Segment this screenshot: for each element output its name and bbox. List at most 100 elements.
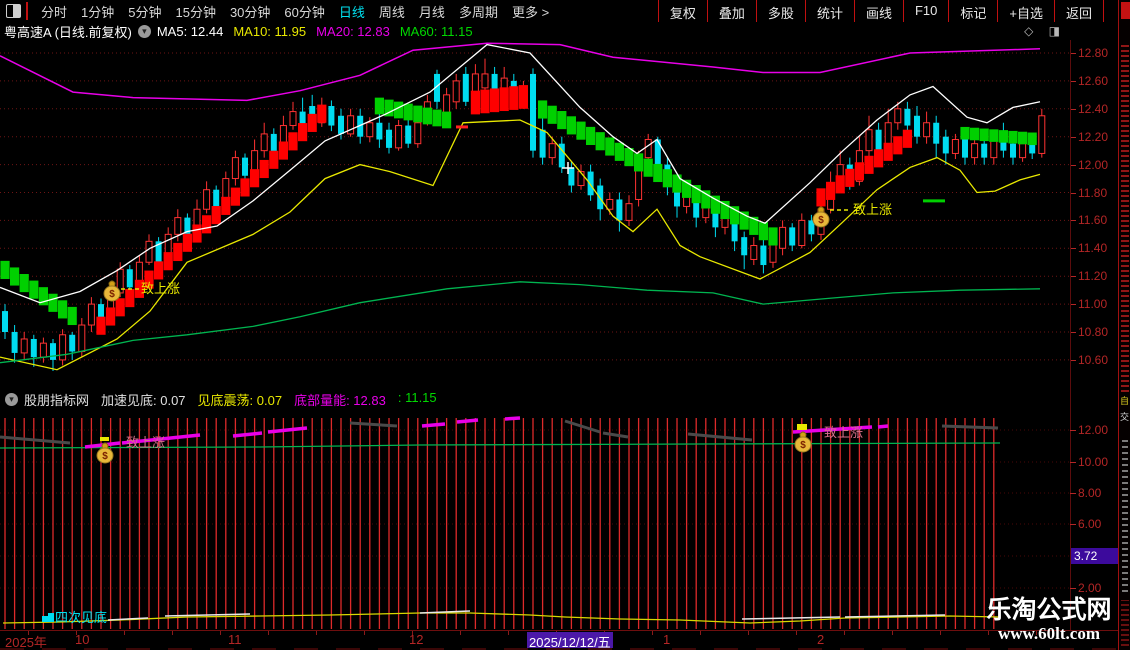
price-label: 12.00 xyxy=(1078,157,1109,172)
price-label: 12.20 xyxy=(1078,129,1109,144)
value-label: 6.00 xyxy=(1078,517,1102,531)
watermark-site-name: 乐淘公式网 xyxy=(986,596,1112,624)
value-label: 10.00 xyxy=(1078,455,1109,469)
last-value-badge: 3.72 xyxy=(1071,548,1118,564)
date-tick xyxy=(700,631,701,635)
window-corner-icons[interactable]: ◇ ◨ xyxy=(1024,24,1066,38)
price-label: 12.40 xyxy=(1078,101,1109,116)
date-tick xyxy=(652,631,653,635)
indicator-fields: 股朋指标网 加速见底: 0.07 见底震荡: 0.07 底部量能: 12.83: 11… xyxy=(24,390,449,409)
date-label: 1 xyxy=(663,632,671,647)
price-label: 11.00 xyxy=(1078,297,1108,312)
svg-text:$: $ xyxy=(800,440,806,451)
date-tick xyxy=(796,631,797,635)
toolbar-item-多周期[interactable]: 多周期 xyxy=(459,2,498,21)
window-split-icon[interactable] xyxy=(6,4,21,18)
bottom-annotation-text: 四次见底 xyxy=(55,610,107,625)
toolbar-item-1分钟[interactable]: 1分钟 xyxy=(81,2,114,21)
svg-text:$: $ xyxy=(818,215,824,226)
chevron-down-icon[interactable]: ▾ xyxy=(137,24,151,38)
indicator-header: ▾ 股朋指标网 加速见底: 0.07 见底震荡: 0.07 底部量能: 12.83: … xyxy=(0,389,1070,410)
stock-title[interactable]: 粤高速A (日线.前复权) xyxy=(4,22,132,41)
indicator-sub-chart[interactable]: 四次见底 致上涨 $ 致上涨 $ xyxy=(0,410,1070,630)
svg-text:$: $ xyxy=(102,451,108,462)
date-axis[interactable]: 2025年 10 11 12 2025/12/12/五 1 2 xyxy=(0,630,1118,650)
toolbar-button-统计[interactable]: 统计 xyxy=(804,0,854,22)
period-toolbar: 分时 1分钟 5分钟 15分钟 30分钟 60分钟 日线 周线 月线 多周期 更多 > 复权 叠加 多股… xyxy=(0,0,1118,22)
indicator-field: 加速见底: 0.07 xyxy=(101,393,186,408)
svg-text:致上涨: 致上涨 xyxy=(853,202,892,217)
toolbar-item-月线[interactable]: 月线 xyxy=(419,2,445,21)
toolbar-button-画线[interactable]: 画线 xyxy=(853,0,903,22)
toolbar-item-分时[interactable]: 分时 xyxy=(41,2,67,21)
toolbar-button-标记[interactable]: 标记 xyxy=(948,0,997,22)
price-label: 11.60 xyxy=(1078,213,1108,228)
main-candlestick-chart[interactable]: 致上涨 $ 致上涨 $ xyxy=(0,40,1070,388)
ma-value: MA5: 12.44 xyxy=(156,23,224,39)
trading-app-window: 分时 1分钟 5分钟 15分钟 30分钟 60分钟 日线 周线 月线 多周期 更多 > 复权 叠加 多股… xyxy=(0,0,1130,650)
toolbar-divider xyxy=(26,2,28,20)
price-label: 11.80 xyxy=(1078,185,1108,200)
svg-text:致上涨: 致上涨 xyxy=(824,425,863,440)
sidebar-red-block xyxy=(1121,2,1130,19)
price-label: 10.80 xyxy=(1078,325,1109,339)
title-bar: 粤高速A (日线.前复权) ▾ MA5: 12.44 MA10: 11.95 MA2… xyxy=(0,22,1118,40)
toolbar-button-F10[interactable]: F10 xyxy=(902,0,948,22)
toolbar-item-日线[interactable]: 日线 xyxy=(339,2,365,21)
chevron-down-icon[interactable]: ▾ xyxy=(5,393,18,406)
date-tick xyxy=(268,631,269,635)
ma-value: MA60: 11.15 xyxy=(399,23,473,39)
axis-tick xyxy=(1070,588,1076,589)
date-tick xyxy=(844,631,845,635)
money-bag-icon: $ xyxy=(794,431,812,453)
price-label: 12.60 xyxy=(1078,73,1109,88)
toolbar-button-多股[interactable]: 多股 xyxy=(755,0,805,22)
date-tick xyxy=(364,631,365,635)
toolbar-button-+自选[interactable]: +自选 xyxy=(997,0,1054,22)
indicator-field: 股朋指标网 xyxy=(24,393,90,408)
date-tick xyxy=(124,631,125,635)
toolbar-item-周线[interactable]: 周线 xyxy=(379,2,405,21)
sub-grid-layer xyxy=(0,429,1070,589)
toolbar-button-返回[interactable]: 返回 xyxy=(1053,0,1104,22)
toolbar-item-60分钟[interactable]: 60分钟 xyxy=(284,2,324,21)
indicator-field: 见底震荡: 0.07 xyxy=(197,393,283,408)
sidebar-glyph-1: 自 xyxy=(1120,396,1130,406)
toolbar-item-更多 >[interactable]: 更多 > xyxy=(512,2,549,21)
sidebar-vertical-text-2 xyxy=(1122,438,1128,592)
toolbar-left-items: 分时 1分钟 5分钟 15分钟 30分钟 60分钟 日线 周线 月线 多周期 更多 > xyxy=(34,2,556,21)
axis-tick xyxy=(1070,524,1076,525)
toolbar-item-5分钟[interactable]: 5分钟 xyxy=(128,2,161,21)
sidebar-vertical-text-3 xyxy=(1121,600,1129,646)
toolbar-item-15分钟[interactable]: 15分钟 xyxy=(175,2,215,21)
ma-value: MA20: 12.83 xyxy=(316,23,390,39)
ma-value: MA10: 11.95 xyxy=(233,23,307,39)
price-label: 11.40 xyxy=(1078,241,1108,256)
date-tick xyxy=(460,631,461,635)
sidebar-glyph-2: 交 xyxy=(1120,412,1130,422)
ma-values: MA5: 12.44 MA10: 11.95 MA20: 12.83 MA60: 11… xyxy=(157,24,483,39)
toolbar-right-items: 复权 叠加 多股 统计 画线 F10 标记 +自选 返回 xyxy=(657,0,1104,22)
watermark-url: www.60lt.com xyxy=(998,624,1100,643)
right-sidebar-strip[interactable]: 自 交 xyxy=(1118,0,1130,650)
svg-text:致上涨: 致上涨 xyxy=(141,281,180,296)
toolbar-button-叠加[interactable]: 叠加 xyxy=(706,0,756,22)
toolbar-item-30分钟[interactable]: 30分钟 xyxy=(230,2,270,21)
axis-tick xyxy=(1070,462,1076,463)
date-tick xyxy=(172,631,173,635)
main-price-axis: 12.80 12.60 12.40 12.20 12.00 11.80 11.60 11.40… xyxy=(1070,40,1118,388)
indicator-field: 底部量能: 12.83 xyxy=(294,393,386,408)
date-label: 10 xyxy=(75,632,90,647)
buy-signal: 致上涨 xyxy=(830,202,892,217)
toolbar-button-复权[interactable]: 复权 xyxy=(657,0,707,22)
sidebar-vertical-text xyxy=(1121,44,1129,392)
date-tick xyxy=(748,631,749,635)
value-label: 12.00 xyxy=(1078,423,1109,437)
date-label: 2 xyxy=(817,632,825,647)
price-label: 11.20 xyxy=(1078,269,1108,284)
axis-tick xyxy=(1070,493,1076,494)
svg-text:$: $ xyxy=(109,289,115,300)
date-label: 12 xyxy=(409,632,424,647)
date-tick xyxy=(316,631,317,635)
value-label: 8.00 xyxy=(1078,486,1102,500)
